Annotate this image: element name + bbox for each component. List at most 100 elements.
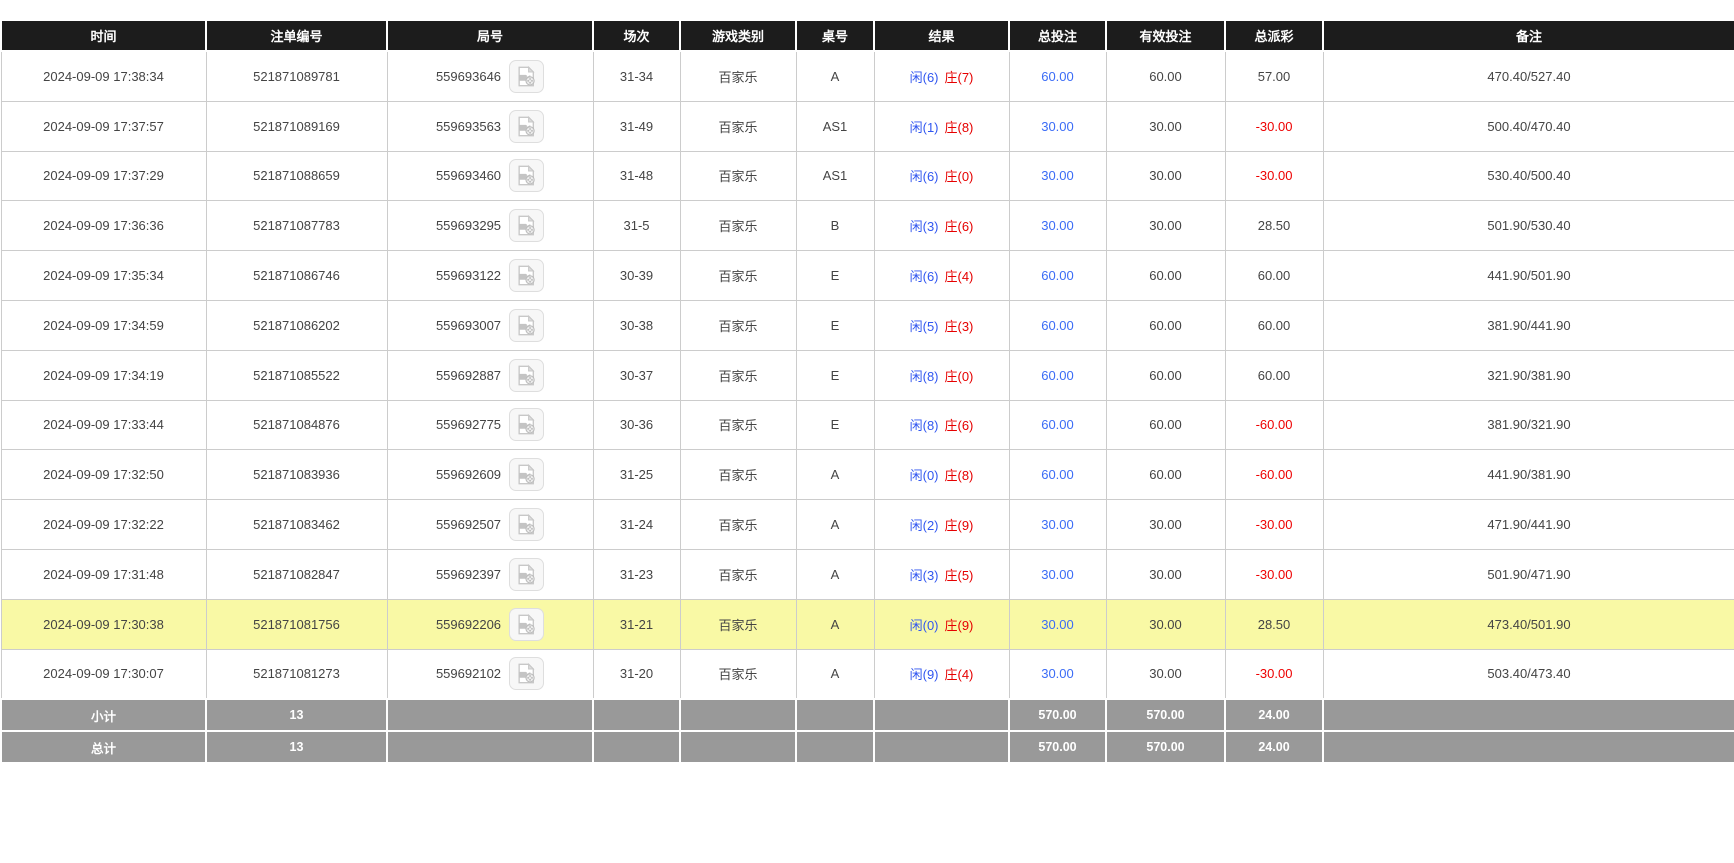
grand-total-payout: 24.00 [1225,731,1323,763]
round-id-text: 559692609 [436,467,501,482]
cell-total-bet: 30.00 [1009,500,1106,550]
result-player: 闲(3) [910,219,939,234]
cell-round-id: 559693563 [387,101,593,151]
cell-remark: 441.90/381.90 [1323,450,1734,500]
cell-valid-bet: 30.00 [1106,101,1225,151]
result-player: 闲(6) [910,269,939,284]
cell-payout: -30.00 [1225,649,1323,699]
col-header-valid-bet: 有效投注 [1106,20,1225,51]
table-row[interactable]: 2024-09-09 17:37:57 521871089169 5596935… [1,101,1734,151]
cell-payout: 60.00 [1225,350,1323,400]
cell-total-bet: 60.00 [1009,400,1106,450]
video-file-icon [516,564,537,585]
col-header-result: 结果 [874,20,1009,51]
result-banker: 庄(3) [945,319,974,334]
cell-time: 2024-09-09 17:38:34 [1,51,206,101]
cell-remark: 500.40/470.40 [1323,101,1734,151]
table-row[interactable]: 2024-09-09 17:31:48 521871082847 5596923… [1,549,1734,599]
video-file-icon [516,464,537,485]
table-body: 2024-09-09 17:38:34 521871089781 5596936… [1,51,1734,699]
cell-round-id: 559693460 [387,151,593,201]
cell-round-id: 559693646 [387,51,593,101]
video-replay-button[interactable] [509,359,544,392]
round-id-text: 559693122 [436,268,501,283]
table-row[interactable]: 2024-09-09 17:34:59 521871086202 5596930… [1,300,1734,350]
cell-valid-bet: 60.00 [1106,450,1225,500]
table-row[interactable]: 2024-09-09 17:30:38 521871081756 5596922… [1,599,1734,649]
round-id-text: 559692397 [436,567,501,582]
cell-time: 2024-09-09 17:31:48 [1,549,206,599]
cell-session: 31-5 [593,201,680,251]
grand-total-label: 总计 [1,731,206,763]
cell-round-id: 559692887 [387,350,593,400]
table-row[interactable]: 2024-09-09 17:32:22 521871083462 5596925… [1,500,1734,550]
cell-round-id: 559692206 [387,599,593,649]
table-row[interactable]: 2024-09-09 17:36:36 521871087783 5596932… [1,201,1734,251]
table-row[interactable]: 2024-09-09 17:32:50 521871083936 5596926… [1,450,1734,500]
cell-valid-bet: 60.00 [1106,51,1225,101]
cell-bet-id: 521871082847 [206,549,387,599]
result-player: 闲(0) [910,468,939,483]
round-id-text: 559693007 [436,318,501,333]
cell-table-no: E [796,300,874,350]
cell-game-type: 百家乐 [680,350,796,400]
cell-game-type: 百家乐 [680,251,796,301]
result-banker: 庄(0) [945,369,974,384]
video-file-icon [516,265,537,286]
cell-valid-bet: 60.00 [1106,251,1225,301]
video-replay-button[interactable] [509,608,544,641]
round-id-text: 559692507 [436,517,501,532]
table-row[interactable]: 2024-09-09 17:38:34 521871089781 5596936… [1,51,1734,101]
cell-game-type: 百家乐 [680,500,796,550]
cell-valid-bet: 60.00 [1106,400,1225,450]
cell-total-bet: 30.00 [1009,599,1106,649]
cell-game-type: 百家乐 [680,101,796,151]
table-row[interactable]: 2024-09-09 17:30:07 521871081273 5596921… [1,649,1734,699]
cell-round-id: 559693122 [387,251,593,301]
video-replay-button[interactable] [509,508,544,541]
cell-bet-id: 521871081273 [206,649,387,699]
cell-game-type: 百家乐 [680,400,796,450]
video-replay-button[interactable] [509,408,544,441]
result-banker: 庄(9) [945,518,974,533]
video-replay-button[interactable] [509,110,544,143]
round-id-text: 559692887 [436,368,501,383]
cell-time: 2024-09-09 17:34:19 [1,350,206,400]
cell-table-no: B [796,201,874,251]
round-id-text: 559693295 [436,218,501,233]
cell-total-bet: 60.00 [1009,450,1106,500]
video-replay-button[interactable] [509,159,544,192]
cell-result: 闲(9)庄(4) [874,649,1009,699]
cell-result: 闲(8)庄(6) [874,400,1009,450]
cell-time: 2024-09-09 17:30:07 [1,649,206,699]
table-row[interactable]: 2024-09-09 17:35:34 521871086746 5596931… [1,251,1734,301]
video-replay-button[interactable] [509,209,544,242]
video-replay-button[interactable] [509,60,544,93]
video-file-icon [516,165,537,186]
video-replay-button[interactable] [509,657,544,690]
cell-result: 闲(3)庄(5) [874,549,1009,599]
video-replay-button[interactable] [509,458,544,491]
table-row[interactable]: 2024-09-09 17:33:44 521871084876 5596927… [1,400,1734,450]
cell-table-no: AS1 [796,101,874,151]
video-replay-button[interactable] [509,259,544,292]
cell-bet-id: 521871084876 [206,400,387,450]
table-row[interactable]: 2024-09-09 17:34:19 521871085522 5596928… [1,350,1734,400]
video-replay-button[interactable] [509,558,544,591]
cell-remark: 530.40/500.40 [1323,151,1734,201]
result-banker: 庄(7) [945,70,974,85]
cell-session: 31-20 [593,649,680,699]
video-replay-button[interactable] [509,309,544,342]
cell-remark: 381.90/441.90 [1323,300,1734,350]
col-header-bet-id: 注单编号 [206,20,387,51]
cell-remark: 381.90/321.90 [1323,400,1734,450]
cell-session: 31-21 [593,599,680,649]
cell-round-id: 559693295 [387,201,593,251]
result-player: 闲(6) [910,169,939,184]
cell-payout: -60.00 [1225,450,1323,500]
result-player: 闲(2) [910,518,939,533]
cell-payout: 60.00 [1225,300,1323,350]
grand-total-total-bet: 570.00 [1009,731,1106,763]
cell-payout: -30.00 [1225,549,1323,599]
table-row[interactable]: 2024-09-09 17:37:29 521871088659 5596934… [1,151,1734,201]
